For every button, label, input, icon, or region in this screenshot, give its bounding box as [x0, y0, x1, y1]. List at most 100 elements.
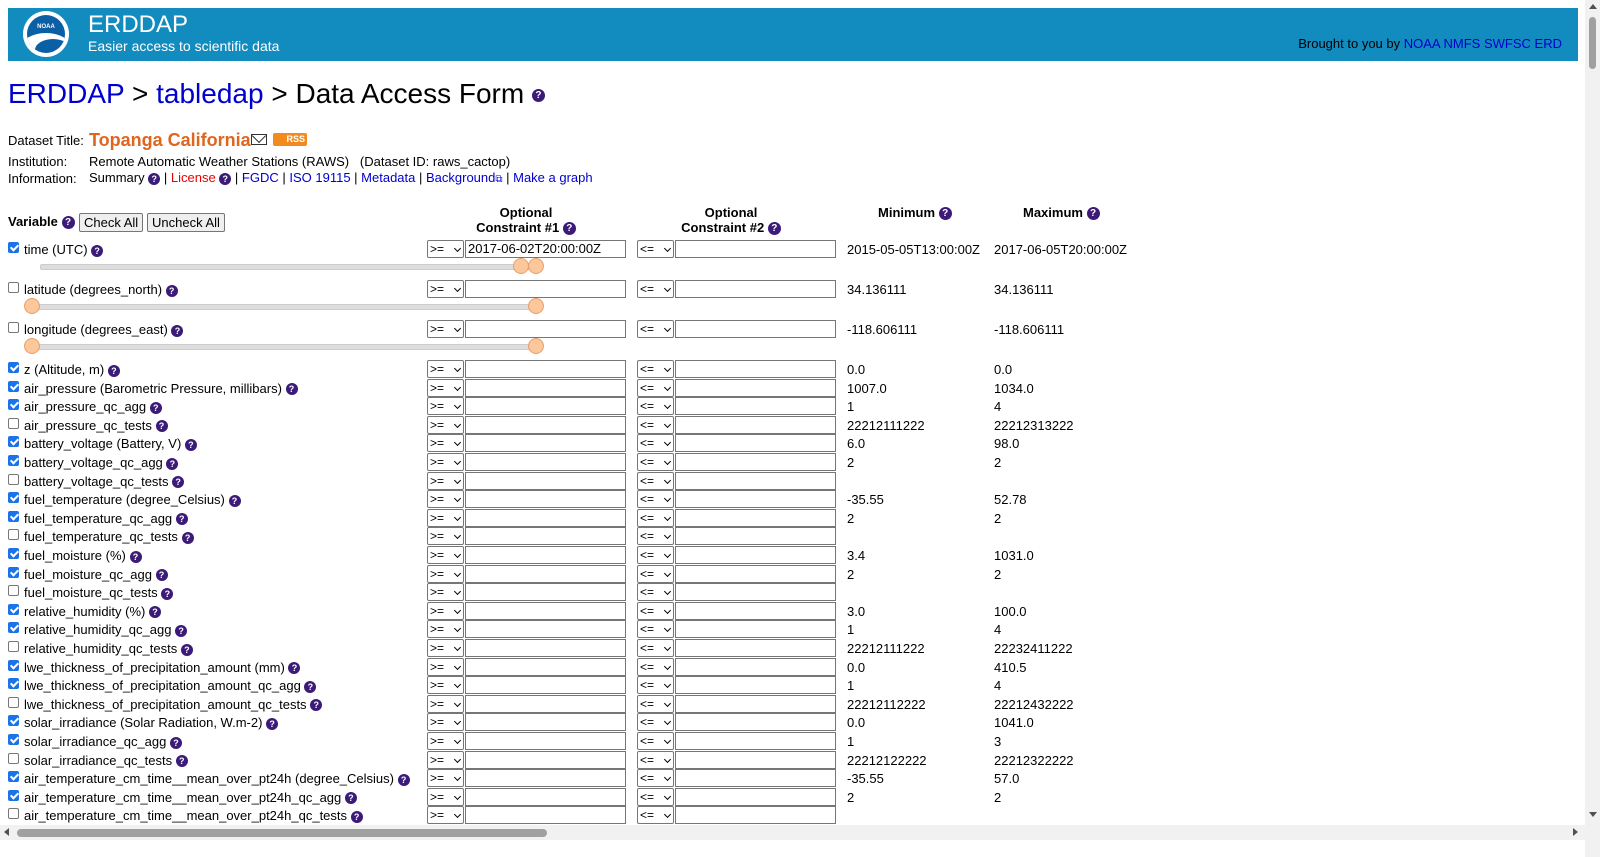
constraint1-input[interactable]	[465, 694, 626, 713]
variable-help-icon[interactable]: ?	[397, 773, 410, 786]
constraint1-operator-select[interactable]: >=	[427, 694, 464, 713]
constraint2-input[interactable]	[675, 657, 836, 676]
constraint2-operator-select[interactable]: <=	[637, 583, 674, 602]
variable-help-icon[interactable]: ?	[129, 550, 142, 563]
constraint1-operator-select[interactable]: >=	[427, 787, 464, 806]
constraint2-operator-select[interactable]: <=	[637, 732, 674, 750]
fgdc-link[interactable]: FGDC	[242, 170, 279, 185]
maximum-help-icon[interactable]: ?	[1086, 207, 1100, 221]
constraint2-operator-select[interactable]: <=	[637, 434, 674, 453]
variable-checkbox[interactable]	[8, 641, 19, 652]
slider-min-handle[interactable]	[24, 298, 40, 314]
variable-checkbox[interactable]	[8, 752, 19, 764]
constraint1-operator-select[interactable]: >=	[427, 564, 464, 583]
variable-checkbox[interactable]	[8, 622, 19, 634]
background-link[interactable]: Background	[426, 170, 495, 185]
variable-checkbox[interactable]	[8, 548, 19, 559]
constraint2-operator-select[interactable]: <=	[637, 360, 674, 378]
scroll-up-icon[interactable]	[1589, 4, 1597, 9]
variable-help-icon[interactable]: ?	[170, 736, 182, 749]
constraint2-operator-select[interactable]: <=	[637, 280, 674, 298]
constraint2-input[interactable]	[675, 583, 836, 602]
constraint2-input[interactable]	[675, 471, 836, 490]
breadcrumb-tabledap[interactable]: tabledap	[156, 78, 263, 109]
constraint1-input[interactable]	[465, 806, 626, 825]
constraint1-input[interactable]	[465, 564, 626, 583]
scroll-down-icon[interactable]	[1589, 812, 1597, 817]
constraint2-input[interactable]	[675, 769, 836, 788]
constraint1-operator-select[interactable]: >=	[427, 415, 464, 434]
variable-help-icon[interactable]: ?	[304, 680, 317, 693]
variable-help-icon[interactable]: ?	[175, 513, 188, 526]
constraint1-input[interactable]	[465, 527, 626, 546]
constraint2-input[interactable]	[675, 713, 836, 732]
constraint1-input[interactable]	[465, 320, 626, 338]
constraint2-operator-select[interactable]: <=	[637, 527, 674, 546]
horizontal-scrollbar[interactable]	[0, 825, 1585, 840]
constraint2-operator-select[interactable]: <=	[637, 787, 674, 806]
variable-checkbox[interactable]	[8, 659, 19, 671]
slider-min-handle[interactable]	[24, 338, 40, 354]
vertical-scrollbar[interactable]	[1585, 0, 1600, 857]
variable-checkbox[interactable]	[8, 380, 19, 392]
variable-help-icon[interactable]: ?	[166, 457, 179, 470]
noaa-logo-icon[interactable]: NOAA	[23, 11, 69, 57]
variable-checkbox[interactable]	[8, 696, 19, 708]
constraint1-operator-select[interactable]: >=	[427, 657, 464, 676]
variable-help-icon[interactable]: ?	[149, 401, 162, 414]
variable-help-icon[interactable]: ?	[285, 383, 298, 396]
constraint1-operator-select[interactable]: >=	[427, 713, 464, 732]
horizontal-scroll-thumb[interactable]	[17, 829, 547, 837]
constraint1-operator-select[interactable]: >=	[427, 320, 464, 338]
variable-help-icon[interactable]: ?	[350, 810, 363, 823]
slider-max-handle[interactable]	[528, 338, 544, 354]
constraint1-input[interactable]	[465, 601, 626, 620]
minimum-help-icon[interactable]: ?	[938, 207, 952, 221]
constraint1-operator-select[interactable]: >=	[427, 471, 464, 490]
variable-help-icon[interactable]: ?	[107, 364, 120, 377]
variable-help-icon[interactable]: ?	[180, 643, 193, 656]
variable-checkbox[interactable]	[8, 566, 19, 578]
range-slider[interactable]	[32, 304, 538, 310]
constraint1-input[interactable]	[465, 453, 626, 471]
constraint1-input[interactable]	[465, 620, 626, 639]
constraint1-operator-select[interactable]: >=	[427, 453, 464, 471]
variable-checkbox[interactable]	[8, 436, 19, 448]
variable-checkbox[interactable]	[8, 678, 19, 690]
constraint2-input[interactable]	[675, 694, 836, 713]
constraint1-operator-select[interactable]: >=	[427, 732, 464, 750]
variable-checkbox[interactable]	[8, 492, 19, 504]
erd-link[interactable]: ERD	[1535, 36, 1562, 51]
constraint2-operator-select[interactable]: <=	[637, 490, 674, 509]
variable-checkbox[interactable]	[8, 362, 19, 373]
constraint1-operator-select[interactable]: >=	[427, 583, 464, 602]
variable-help-icon[interactable]: ?	[172, 476, 185, 489]
iso-link[interactable]: ISO 19115	[289, 170, 350, 185]
constraint2-input[interactable]	[675, 806, 836, 825]
constraint1-input[interactable]	[465, 732, 626, 750]
constraint1-input[interactable]	[465, 490, 626, 509]
constraint2-operator-select[interactable]: <=	[637, 601, 674, 620]
variable-help-icon[interactable]: ?	[91, 244, 104, 257]
constraint1-operator-select[interactable]: >=	[427, 676, 464, 695]
constraint1-input[interactable]	[465, 397, 626, 416]
variable-help-icon[interactable]: ?	[266, 717, 279, 730]
scroll-right-icon[interactable]	[1573, 828, 1578, 836]
constraint2-input[interactable]	[675, 434, 836, 453]
constraint1-operator-select[interactable]: >=	[427, 378, 464, 397]
constraint2-operator-select[interactable]: <=	[637, 320, 674, 338]
variable-checkbox[interactable]	[8, 734, 19, 745]
constraint1-operator-select[interactable]: >=	[427, 546, 464, 564]
constraint1-input[interactable]	[465, 639, 626, 657]
constraint2-input[interactable]	[675, 453, 836, 471]
constraint2-input[interactable]	[675, 508, 836, 527]
variable-help-icon[interactable]: ?	[165, 284, 178, 297]
constraint2-input[interactable]	[675, 732, 836, 750]
slider-max-handle[interactable]	[528, 298, 544, 314]
variable-checkbox[interactable]	[8, 399, 19, 411]
check-all-button[interactable]: Check All	[79, 213, 144, 232]
constraint1-input[interactable]	[465, 415, 626, 434]
constraint1-input[interactable]	[465, 583, 626, 602]
breadcrumb-erddap[interactable]: ERDDAP	[8, 78, 124, 109]
constraint1-operator-select[interactable]: >=	[427, 490, 464, 509]
